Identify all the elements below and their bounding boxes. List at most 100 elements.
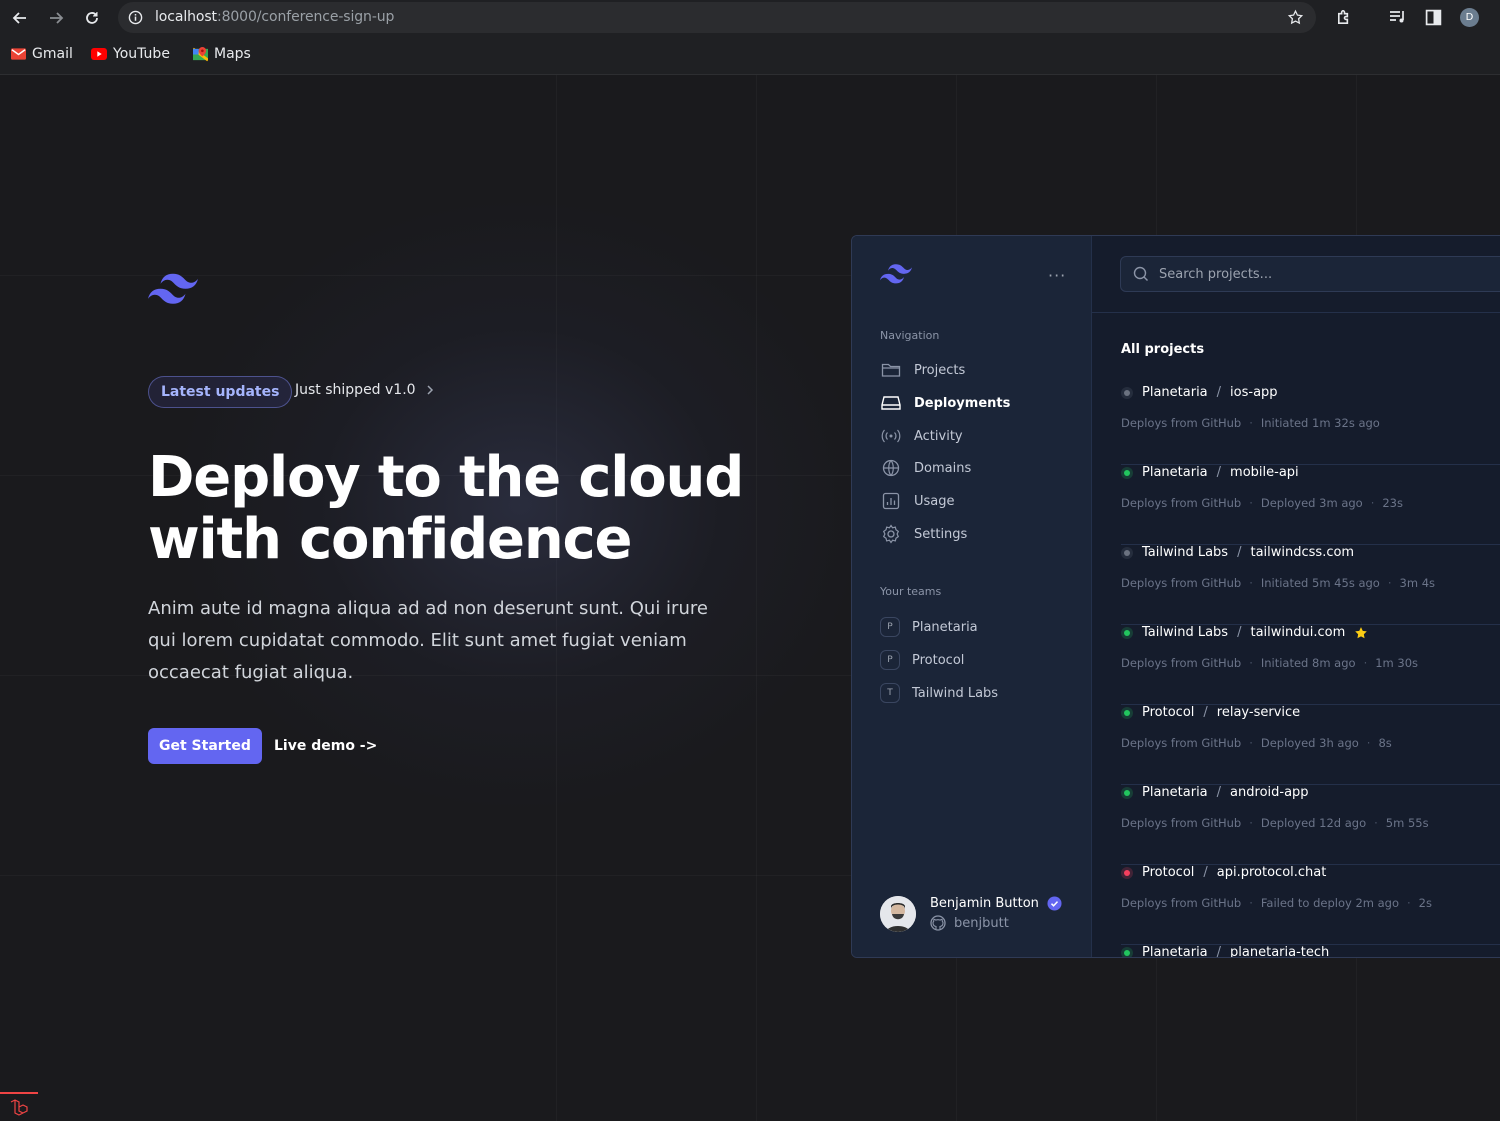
app-preview: ··· Navigation Projects Deployments Acti… [851,235,1500,958]
avatar [880,896,916,932]
profile-avatar[interactable]: D [1460,8,1479,27]
search-field[interactable] [1120,256,1500,292]
nav-item-deployments[interactable]: Deployments [880,393,1010,413]
nav-item-activity[interactable]: Activity [880,426,963,446]
project-team: Planetaria [1142,945,1208,958]
meta-separator: · [1374,816,1378,830]
landing-page: Latest updates Just shipped v1.0 Deploy … [0,75,1500,1121]
bookmark-label: YouTube [113,46,170,62]
project-title-row: Tailwind Labs / tailwindui.com [1121,625,1368,640]
project-source: Deploys from GitHub [1121,896,1242,910]
nav-item-usage[interactable]: Usage [880,491,955,511]
project-row[interactable]: Tailwind Labs / tailwindcss.com Deploys fro… [1121,545,1500,625]
path-separator: / [1237,545,1242,560]
user-profile[interactable]: Benjamin Button benjbutt [880,896,1062,932]
project-team: Tailwind Labs [1142,625,1229,640]
project-state: Deployed 3m ago [1260,496,1363,510]
team-item-planetaria[interactable]: P Planetaria [880,617,978,637]
search-input[interactable] [1159,266,1499,282]
team-item-tailwind-labs[interactable]: T Tailwind Labs [880,683,998,703]
laravel-icon [10,1098,28,1116]
project-name: tailwindcss.com [1250,545,1355,560]
url-text[interactable]: localhost:8000/conference-sign-up [155,9,394,25]
path-separator: / [1203,865,1208,880]
project-row[interactable]: Protocol / api.protocol.chat Deploys from G… [1121,865,1500,945]
project-meta: Deploys from GitHub · Initiated 5m 45s ago… [1121,576,1435,590]
chart-icon [880,491,902,511]
status-indicator-icon [1121,946,1133,957]
project-source: Deploys from GitHub [1121,496,1242,510]
just-shipped-link[interactable]: Just shipped v1.0 [295,382,434,398]
meta-separator: · [1249,736,1253,750]
back-button[interactable] [9,7,31,29]
divider [1092,312,1500,313]
latest-updates-badge[interactable]: Latest updates [148,376,293,408]
nav-label: Settings [914,526,968,542]
project-row[interactable]: Tailwind Labs / tailwindui.com Deploys from… [1121,625,1500,705]
star-bookmark-icon[interactable] [1287,9,1304,26]
side-panel-icon[interactable] [1425,9,1442,26]
folder-icon [880,360,902,380]
forward-arrow-icon [50,12,64,24]
bookmarks-bar: Gmail YouTube Maps [0,35,1500,75]
project-meta: Deploys from GitHub · Deployed 3m ago · 23s [1121,496,1403,510]
search-icon [1133,266,1148,281]
laravel-debug-toggle[interactable] [0,1092,38,1121]
project-row[interactable]: Planetaria / mobile-api Deploys from GitHub… [1121,465,1500,545]
url-host: localhost [155,9,217,25]
project-team: Planetaria [1142,385,1208,400]
project-row[interactable]: Protocol / relay-service Deploys from GitHu… [1121,705,1500,785]
project-source: Deploys from GitHub [1121,816,1242,830]
reload-icon [86,12,98,24]
bookmark-maps[interactable]: Maps [193,46,251,62]
team-label: Planetaria [912,619,978,635]
navigation-heading: Navigation [880,329,940,342]
reload-button[interactable] [81,7,103,29]
grid-line [756,75,757,1121]
get-started-button[interactable]: Get Started [148,728,262,764]
project-source: Deploys from GitHub [1121,656,1242,670]
team-initial: P [880,650,900,670]
project-name: relay-service [1216,705,1301,720]
meta-separator: · [1366,736,1371,750]
project-name: planetaria-tech [1230,945,1330,958]
extensions-icon[interactable] [1335,8,1354,27]
meta-separator: · [1249,576,1253,590]
project-duration: 8s [1378,736,1392,750]
bookmark-youtube[interactable]: YouTube [91,46,170,62]
project-row[interactable]: Planetaria / ios-app Deploys from GitHub · In… [1121,385,1500,465]
project-state: Initiated 8m ago [1260,656,1356,670]
project-name: api.protocol.chat [1216,865,1327,880]
user-name-row: Benjamin Button [930,896,1062,911]
nav-item-settings[interactable]: Settings [880,524,967,544]
meta-separator: · [1387,576,1392,590]
team-initial: P [880,617,900,637]
path-separator: / [1216,385,1222,400]
bookmark-label: Gmail [32,46,73,62]
media-control-icon[interactable] [1389,9,1407,25]
project-state: Initiated 5m 45s ago [1260,576,1380,590]
forward-button[interactable] [45,7,67,29]
server-icon [880,393,902,413]
path-separator: / [1203,705,1208,720]
nav-label: Usage [914,493,955,509]
lead-paragraph: Anim aute id magna aliqua ad ad non dese… [148,598,708,683]
nav-item-domains[interactable]: Domains [880,458,971,478]
nav-item-projects[interactable]: Projects [880,360,965,380]
bookmark-gmail[interactable]: Gmail [11,46,73,62]
all-projects-heading: All projects [1121,342,1205,357]
project-row[interactable]: Planetaria / android-app Deploys from GitHu… [1121,785,1500,865]
meta-separator: · [1249,656,1253,670]
project-row[interactable]: Planetaria / planetaria-tech [1121,945,1500,958]
team-item-protocol[interactable]: P Protocol [880,650,964,670]
project-meta: Deploys from GitHub · Initiated 8m ago · 1m … [1121,656,1418,670]
path-separator: / [1216,465,1222,480]
live-demo-link[interactable]: Live demo -> [274,738,377,754]
path-separator: / [1216,785,1222,800]
status-indicator-icon [1121,626,1133,639]
url-path: :8000/conference-sign-up [216,9,395,25]
more-options-icon[interactable]: ··· [1048,266,1066,285]
tailwind-logo-icon [148,273,198,304]
status-indicator-icon [1121,866,1133,879]
just-shipped-label: Just shipped v1.0 [295,382,416,398]
